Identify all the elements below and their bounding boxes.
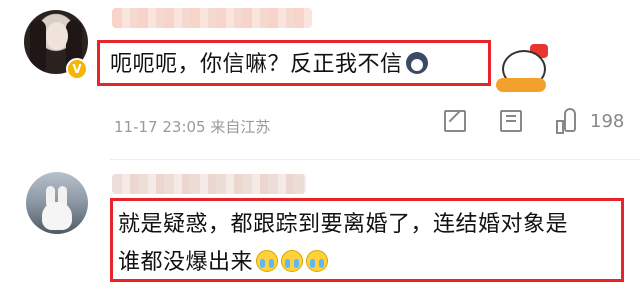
husky-emoji-icon xyxy=(405,52,428,74)
like-icon-base xyxy=(556,120,564,134)
avatar-face xyxy=(46,22,68,50)
like-icon-thumb xyxy=(564,108,576,132)
cry-laugh-emoji-icon xyxy=(306,250,329,272)
sticker-tag xyxy=(496,78,546,92)
comment-meta: 11-17 23:05 来自江苏 xyxy=(114,118,271,136)
verified-badge-icon: V xyxy=(66,58,88,80)
share-icon[interactable] xyxy=(444,110,466,132)
comment-text-line: 谁都没爆出来 xyxy=(118,244,329,276)
like-count: 198 xyxy=(590,111,625,132)
comment-item: V 呃呃呃，你信嘛？反正我不信 11-17 23:05 来自江苏 198 xyxy=(0,0,640,160)
like-icon[interactable] xyxy=(556,108,582,134)
cry-laugh-emoji-icon xyxy=(256,250,279,272)
comment-text-content: 呃呃呃，你信嘛？反正我不信 xyxy=(110,52,403,77)
comment-text-line: 就是疑惑，都跟踪到要离婚了，连结婚对象是 xyxy=(118,212,569,237)
avatar[interactable] xyxy=(26,172,88,234)
comment-text: 呃呃呃，你信嘛？反正我不信 xyxy=(110,46,428,78)
reply-icon[interactable] xyxy=(500,110,522,132)
username-blurred[interactable] xyxy=(112,174,306,194)
cry-laugh-emoji-icon xyxy=(281,250,304,272)
comment-item: 就是疑惑，都跟踪到要离婚了，连结婚对象是 谁都没爆出来 xyxy=(0,160,640,292)
avatar-bunny xyxy=(42,186,72,230)
comment-text-content: 谁都没爆出来 xyxy=(118,250,254,275)
avatar-hair-left xyxy=(30,20,46,74)
pig-sticker-icon xyxy=(496,44,552,94)
username-blurred[interactable] xyxy=(112,8,312,28)
bunny-body xyxy=(42,202,72,230)
